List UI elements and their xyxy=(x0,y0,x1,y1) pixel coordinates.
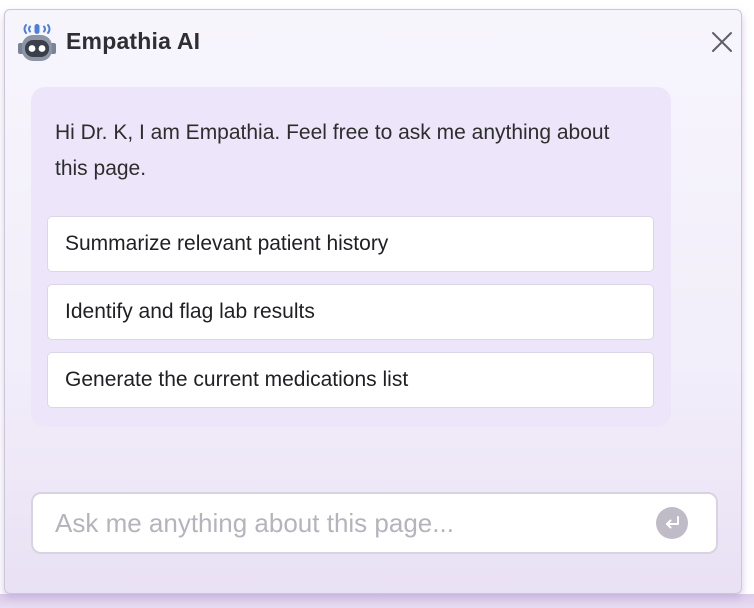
suggestion-medications-list[interactable]: Generate the current medications list xyxy=(47,352,654,408)
panel-bottom-glow xyxy=(0,594,754,608)
assistant-message: Hi Dr. K, I am Empathia. Feel free to as… xyxy=(31,87,671,427)
send-button[interactable] xyxy=(656,507,688,539)
panel-header: Empathia AI xyxy=(5,10,741,72)
chat-panel: Empathia AI Hi Dr. K, I am Empathia. Fee… xyxy=(4,9,742,594)
robot-icon xyxy=(15,21,59,63)
suggestion-summarize-history[interactable]: Summarize relevant patient history xyxy=(47,216,654,272)
suggestion-flag-lab-results[interactable]: Identify and flag lab results xyxy=(47,284,654,340)
panel-title: Empathia AI xyxy=(66,28,201,54)
greeting-text: Hi Dr. K, I am Empathia. Feel free to as… xyxy=(55,121,610,180)
close-icon xyxy=(712,32,732,52)
enter-return-icon xyxy=(666,516,679,529)
chat-input[interactable] xyxy=(55,494,635,552)
chat-input-container xyxy=(31,492,718,554)
close-button[interactable] xyxy=(710,30,734,54)
